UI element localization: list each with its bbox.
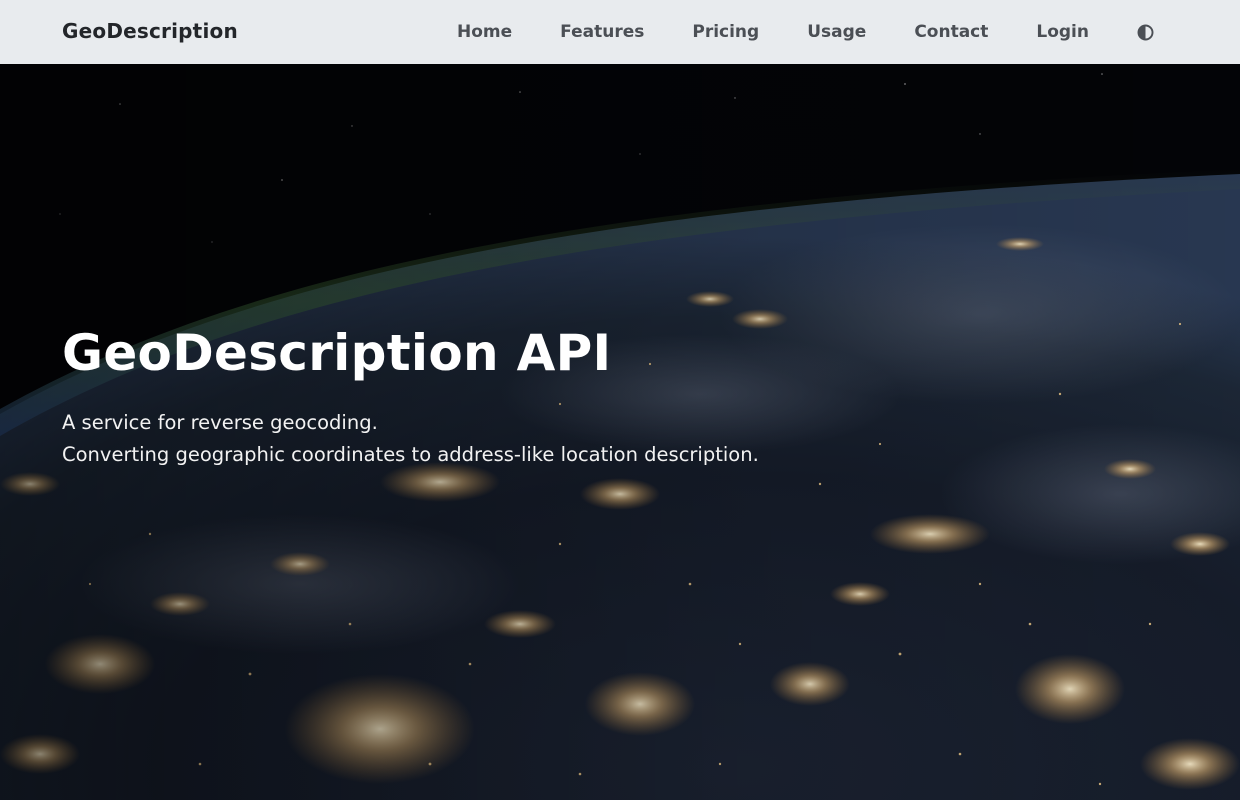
hero-title: GeoDescription API: [62, 324, 612, 382]
nav-features[interactable]: Features: [560, 0, 644, 64]
hero-section: GeoDescription API A service for reverse…: [0, 64, 1240, 800]
contrast-icon[interactable]: [1137, 24, 1154, 41]
nav-home[interactable]: Home: [457, 0, 512, 64]
nav-pricing[interactable]: Pricing: [692, 0, 759, 64]
hero-content: GeoDescription API A service for reverse…: [62, 326, 759, 471]
hero-subtitle-line2: Converting geographic coordinates to add…: [62, 443, 759, 466]
nav-links: Home Features Pricing Usage Contact Logi…: [457, 0, 1154, 64]
nav-contact[interactable]: Contact: [914, 0, 988, 64]
hero-subtitle-line1: A service for reverse geocoding.: [62, 411, 378, 434]
nav-usage[interactable]: Usage: [807, 0, 866, 64]
brand-logo[interactable]: GeoDescription: [62, 19, 238, 43]
hero-subtitle: A service for reverse geocoding. Convert…: [62, 407, 759, 471]
nav-login[interactable]: Login: [1036, 0, 1089, 64]
navbar: GeoDescription Home Features Pricing Usa…: [0, 0, 1240, 64]
